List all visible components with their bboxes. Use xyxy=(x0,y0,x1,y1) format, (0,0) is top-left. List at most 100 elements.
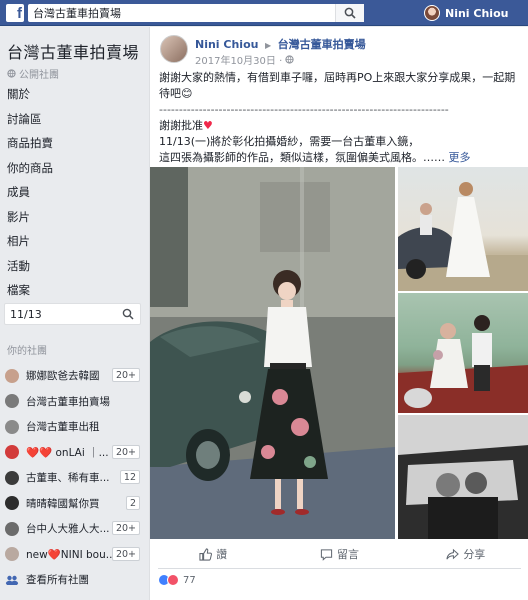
comment-label: 留言 xyxy=(336,548,359,561)
reactions-summary[interactable]: 77 xyxy=(158,574,196,586)
search-input[interactable] xyxy=(28,4,328,22)
group-item[interactable]: new❤️NINI bou... 20+ xyxy=(0,542,148,568)
search-button[interactable] xyxy=(335,4,364,22)
globe-icon xyxy=(7,69,16,78)
thumbs-up-icon xyxy=(199,547,213,561)
see-all-groups-link[interactable]: 查看所有社團 xyxy=(0,567,148,593)
post-line: 謝謝大家的熱情，有借到車子囉，屆時再PO上來跟大家分享成果，一起期待吧😊 xyxy=(159,71,516,100)
photo-main[interactable] xyxy=(150,167,395,539)
top-bar: f Nini Chiou xyxy=(0,0,528,26)
photo-thumbnail-3-image xyxy=(398,415,528,539)
group-avatar-icon xyxy=(5,521,19,536)
author-name[interactable]: Nini Chiou xyxy=(195,38,258,51)
groups-icon xyxy=(5,575,19,585)
group-avatar-icon xyxy=(5,470,19,485)
nav-item-events[interactable]: 活動 xyxy=(0,254,148,279)
post-line-text: 這四張為攝影師的作品，類似這樣，氛圍偏美式風格。…… xyxy=(159,151,445,164)
nav-item-videos[interactable]: 影片 xyxy=(0,205,148,230)
photo-thumbnail-1[interactable] xyxy=(398,167,528,291)
search-box[interactable] xyxy=(28,4,364,22)
share-label: 分享 xyxy=(463,548,486,561)
heart-icon: ♥ xyxy=(203,119,213,132)
photo-thumbnail-3[interactable] xyxy=(398,415,528,539)
post-meta: 2017年10月30日 · xyxy=(195,52,294,67)
group-label: 台中人大雅人大... xyxy=(26,523,110,536)
nav-item-buy-sell[interactable]: 商品拍賣 xyxy=(0,131,148,156)
group-type: 公開社團 xyxy=(7,66,59,81)
search-icon xyxy=(344,7,356,19)
group-item[interactable]: ❤️❤️ onLAi ｜... 20+ xyxy=(0,440,148,466)
group-search-value: 11/13 xyxy=(10,308,42,321)
group-badge: 20+ xyxy=(111,368,140,382)
post-line: 11/13(一)將於彰化拍攝婚紗，需要一台古董車入鏡， xyxy=(159,135,420,148)
group-label: ❤️❤️ onLAi ｜... xyxy=(26,446,109,459)
reaction-count: 77 xyxy=(183,574,196,586)
facebook-logo-icon[interactable]: f xyxy=(6,4,24,22)
search-icon[interactable] xyxy=(122,308,134,320)
avatar xyxy=(424,5,440,21)
group-item[interactable]: 台中人大雅人大... 20+ xyxy=(0,516,148,542)
nav-item-photos[interactable]: 相片 xyxy=(0,229,148,254)
group-type-label: 公開社團 xyxy=(19,70,59,81)
group-avatar-icon xyxy=(5,547,19,562)
love-reaction-icon xyxy=(167,574,179,586)
author-avatar[interactable] xyxy=(160,35,188,63)
post-actions: 讚 留言 分享 xyxy=(150,543,528,565)
group-badge: 12 xyxy=(119,470,140,484)
your-groups-heading: 你的社團 xyxy=(7,346,47,357)
see-more-link[interactable]: 更多 xyxy=(449,151,471,164)
group-avatar-icon xyxy=(5,368,19,383)
post-line-text: 謝謝批准 xyxy=(159,119,203,132)
caret-right-icon: ▶ xyxy=(264,41,272,50)
group-avatar-icon xyxy=(5,496,19,511)
nav-item-files[interactable]: 檔案 xyxy=(0,278,148,303)
like-label: 讚 xyxy=(216,548,228,561)
divider xyxy=(158,568,521,569)
share-icon xyxy=(446,548,460,559)
group-search-input[interactable]: 11/13 xyxy=(4,303,141,325)
group-link[interactable]: 台灣古董車拍賣場 xyxy=(278,38,366,51)
profile-link[interactable]: Nini Chiou xyxy=(424,4,508,22)
group-title[interactable]: 台灣古董車拍賣場 xyxy=(7,39,139,63)
see-all-groups-label: 查看所有社團 xyxy=(26,574,89,587)
group-label: 娜娜歐爸去韓國 xyxy=(26,370,100,383)
share-button[interactable]: 分享 xyxy=(403,543,528,565)
group-item[interactable]: 台灣古董車出租 xyxy=(0,414,148,440)
nav-item-your-items[interactable]: 你的商品 xyxy=(0,156,148,181)
group-badge: 20+ xyxy=(111,444,140,459)
nav-item-about[interactable]: 關於 xyxy=(0,82,148,107)
photo-grid xyxy=(150,167,528,539)
group-item[interactable]: 古董車、稀有車... 12 xyxy=(0,465,148,491)
group-avatar-icon xyxy=(5,445,19,460)
user-name: Nini Chiou xyxy=(445,6,509,20)
post-date[interactable]: 2017年10月30日 · xyxy=(195,52,282,67)
group-label: new❤️NINI bou... xyxy=(26,548,116,561)
post-body: 謝謝大家的熱情，有借到車子囉，屆時再PO上來跟大家分享成果，一起期待吧😊 ---… xyxy=(159,70,524,166)
group-avatar-icon xyxy=(5,419,19,434)
group-label: 台灣古董車拍賣場 xyxy=(26,395,110,408)
group-badge: 20+ xyxy=(111,546,140,561)
comment-icon xyxy=(320,548,333,561)
group-label: 古董車、稀有車... xyxy=(26,472,110,485)
group-label: 台灣古董車出租 xyxy=(26,421,100,434)
group-badge: 2 xyxy=(125,495,140,510)
like-button[interactable]: 讚 xyxy=(150,543,276,565)
group-list: 娜娜歐爸去韓國 20+ 台灣古董車拍賣場 台灣古董車出租 ❤️❤️ onLAi … xyxy=(0,363,148,593)
post-header: Nini Chiou ▶ 台灣古董車拍賣場 xyxy=(195,36,366,52)
group-item[interactable]: 台灣古董車拍賣場 xyxy=(0,389,148,415)
photo-main-image xyxy=(150,167,395,539)
photo-thumbnail-1-image xyxy=(398,182,528,291)
globe-icon xyxy=(285,55,294,64)
nav-item-discussion[interactable]: 討論區 xyxy=(0,107,148,132)
post-card: Nini Chiou ▶ 台灣古董車拍賣場 2017年10月30日 · 謝謝大家… xyxy=(149,27,528,600)
group-item[interactable]: 娜娜歐爸去韓國 20+ xyxy=(0,363,148,389)
post-separator: ----------------------------------------… xyxy=(159,103,449,116)
group-nav: 關於 討論區 商品拍賣 你的商品 成員 影片 相片 活動 檔案 xyxy=(0,82,148,303)
comment-button[interactable]: 留言 xyxy=(276,543,402,565)
sidebar: 台灣古董車拍賣場 公開社團 關於 討論區 商品拍賣 你的商品 成員 影片 相片 … xyxy=(0,27,148,600)
photo-thumbnail-2[interactable] xyxy=(398,293,528,413)
group-item[interactable]: 晴晴韓國幫你買 2 xyxy=(0,491,148,517)
group-avatar-icon xyxy=(5,394,19,409)
nav-item-members[interactable]: 成員 xyxy=(0,180,148,205)
post-line: 謝謝批准♥ xyxy=(159,118,524,134)
